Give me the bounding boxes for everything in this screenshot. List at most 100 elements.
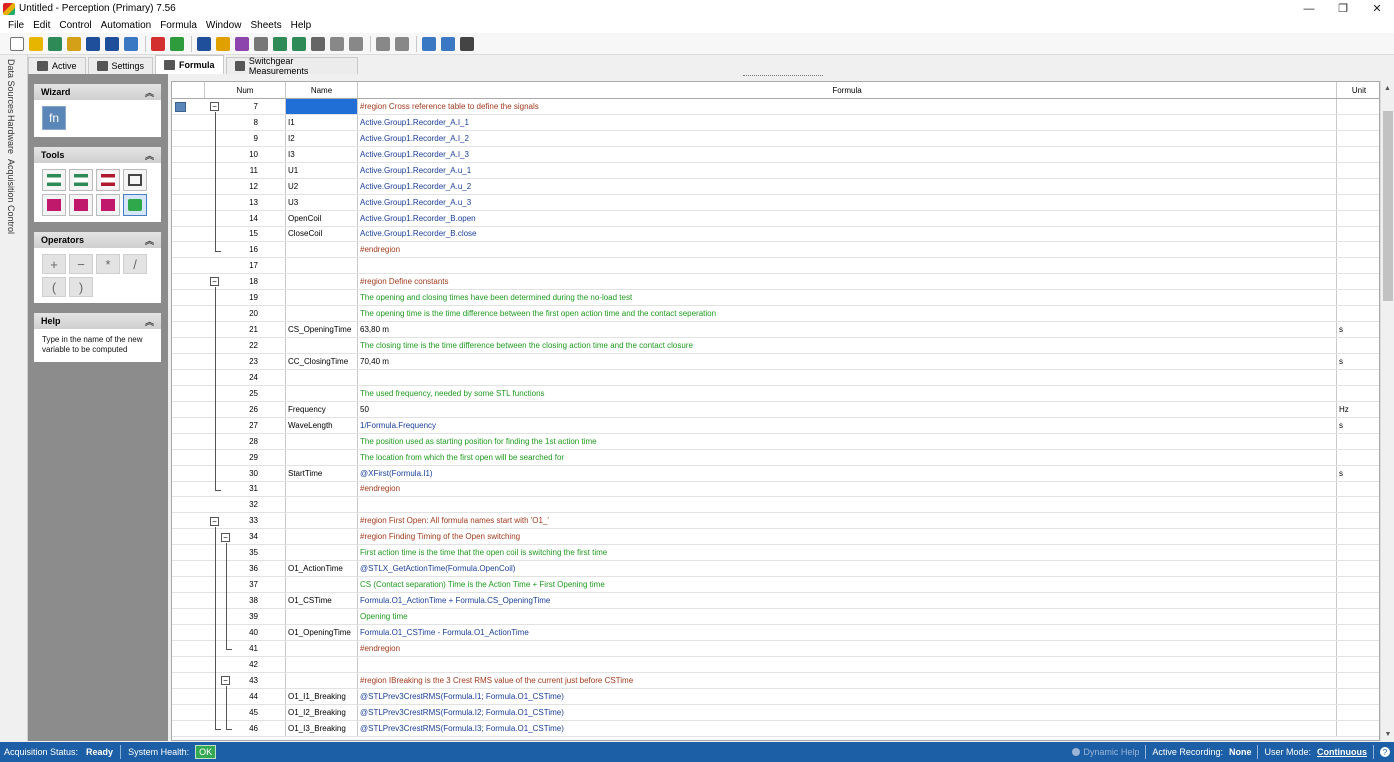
unit-cell[interactable]	[1337, 179, 1379, 194]
insert-row-below-button[interactable]	[69, 169, 93, 191]
toolbar-button-2[interactable]	[48, 36, 62, 51]
name-cell[interactable]	[286, 656, 358, 672]
unit-cell[interactable]	[1337, 529, 1379, 544]
user-mode-value[interactable]: Continuous	[1317, 747, 1367, 757]
table-row[interactable]: 33 #region First Open: All formula names …	[172, 513, 1379, 530]
unit-cell[interactable]	[1337, 195, 1379, 210]
unit-cell[interactable]	[1337, 577, 1379, 592]
formula-cell[interactable]: The opening and closing times have been …	[358, 290, 1337, 306]
unit-cell[interactable]	[1337, 721, 1379, 736]
name-cell[interactable]	[286, 449, 358, 465]
unit-cell[interactable]	[1337, 242, 1379, 257]
table-row[interactable]: 37 CS (Contact separation) Time is the Ac…	[172, 577, 1379, 594]
name-cell[interactable]: O1_I3_Breaking	[286, 720, 358, 736]
formula-cell[interactable]: @STLPrev3CrestRMS(Formula.I3; Formula.O1…	[358, 720, 1337, 736]
table-row[interactable]: 13 U3 Active.Group1.Recorder_A.u_3	[172, 194, 1379, 211]
toolbar-button-14[interactable]	[292, 36, 306, 51]
name-cell[interactable]	[286, 577, 358, 593]
collapse-region-icon[interactable]: −	[210, 277, 219, 287]
unit-cell[interactable]	[1337, 545, 1379, 560]
formula-cell[interactable]: CS (Contact separation) Time is the Acti…	[358, 577, 1337, 593]
name-cell[interactable]	[286, 369, 358, 385]
unit-cell[interactable]: s	[1337, 322, 1379, 337]
name-cell[interactable]: O1_OpeningTime	[286, 624, 358, 640]
formula-cell[interactable]: The opening time is the time difference …	[358, 306, 1337, 322]
collapse-region-icon[interactable]: −	[221, 532, 230, 542]
tab-switchgear-measurements[interactable]: Switchgear Measurements	[225, 56, 358, 76]
name-cell[interactable]: O1_ActionTime	[286, 561, 358, 577]
operator-open-paren[interactable]: (	[42, 277, 66, 297]
scroll-down-icon[interactable]: ▼	[1381, 727, 1394, 741]
table-row[interactable]: 39 Opening time	[172, 609, 1379, 625]
collapse-region-icon[interactable]: −	[221, 676, 230, 686]
unit-cell[interactable]	[1337, 625, 1379, 640]
menu-control[interactable]: Control	[59, 20, 91, 31]
toolbar-button-8[interactable]	[170, 36, 184, 51]
name-cell[interactable]: U3	[286, 194, 358, 210]
table-row[interactable]: 18 #region Define constants	[172, 274, 1379, 291]
name-cell[interactable]: O1_I1_Breaking	[286, 688, 358, 704]
formula-cell[interactable]	[358, 497, 1337, 513]
formula-cell[interactable]: Active.Group1.Recorder_A.u_1	[358, 162, 1337, 178]
unit-cell[interactable]	[1337, 131, 1379, 146]
name-cell[interactable]	[286, 385, 358, 401]
name-cell[interactable]	[286, 433, 358, 449]
toolbar-button-17[interactable]	[349, 36, 363, 51]
splitter-grip[interactable]	[743, 75, 823, 79]
menu-automation[interactable]: Automation	[101, 20, 152, 31]
table-row[interactable]: 7 #region Cross reference table to define…	[172, 99, 1379, 115]
tab-formula[interactable]: Formula	[155, 55, 224, 74]
minimize-button[interactable]: —	[1292, 0, 1326, 17]
formula-cell[interactable]: 1/Formula.Frequency	[358, 417, 1337, 433]
tab-settings[interactable]: Settings	[87, 57, 154, 74]
menu-sheets[interactable]: Sheets	[250, 20, 281, 31]
toolbar-button-7[interactable]	[151, 36, 165, 51]
table-row[interactable]: 46 O1_I3_Breaking @STLPrev3CrestRMS(Formul…	[172, 720, 1379, 737]
name-cell[interactable]	[286, 481, 358, 497]
unit-cell[interactable]	[1337, 705, 1379, 720]
name-cell[interactable]	[286, 497, 358, 513]
formula-cell[interactable]: #region Finding Timing of the Open switc…	[358, 529, 1337, 545]
name-cell[interactable]: I1	[286, 114, 358, 130]
formula-cell[interactable]: Formula.O1_ActionTime + Formula.CS_Openi…	[358, 593, 1337, 608]
column-name[interactable]: Name	[286, 82, 358, 98]
operator-divide[interactable]: /	[123, 254, 147, 274]
toolbar-button-15[interactable]	[311, 36, 325, 51]
name-cell[interactable]: CS_OpeningTime	[286, 322, 358, 338]
table-row[interactable]: 8 I1 Active.Group1.Recorder_A.I_1	[172, 114, 1379, 131]
unit-cell[interactable]	[1337, 370, 1379, 385]
table-row[interactable]: 19 The opening and closing times have bee…	[172, 290, 1379, 307]
name-cell[interactable]	[286, 338, 358, 353]
table-row[interactable]: 30 StartTime @XFirst(Formula.I1) s	[172, 465, 1379, 482]
menu-window[interactable]: Window	[206, 20, 242, 31]
function-wizard-button[interactable]: fn	[42, 106, 66, 130]
side-tab-hardware[interactable]: Hardware	[6, 115, 16, 154]
formula-cell[interactable]: @STLPrev3CrestRMS(Formula.I2; Formula.O1…	[358, 704, 1337, 720]
table-row[interactable]: 28 The position used as starting position…	[172, 433, 1379, 450]
table-row[interactable]: 24	[172, 369, 1379, 386]
toolbar-button-16[interactable]	[330, 36, 344, 51]
toolbar-button-0[interactable]	[10, 36, 24, 51]
formula-cell[interactable]: #region First Open: All formula names st…	[358, 513, 1337, 529]
table-row[interactable]: 10 I3 Active.Group1.Recorder_A.I_3	[172, 146, 1379, 163]
unit-cell[interactable]: Hz	[1337, 402, 1379, 417]
unit-cell[interactable]	[1337, 227, 1379, 242]
unit-cell[interactable]	[1337, 450, 1379, 465]
name-cell[interactable]: I3	[286, 146, 358, 162]
operator-minus[interactable]: −	[69, 254, 93, 274]
validate-button[interactable]	[123, 194, 147, 216]
table-row[interactable]: 44 O1_I1_Breaking @STLPrev3CrestRMS(Formul…	[172, 688, 1379, 705]
formula-cell[interactable]: Active.Group1.Recorder_A.u_3	[358, 194, 1337, 210]
formula-cell[interactable]: Formula.O1_CSTime - Formula.O1_ActionTim…	[358, 624, 1337, 640]
formula-cell[interactable]: @STLPrev3CrestRMS(Formula.I1; Formula.O1…	[358, 688, 1337, 704]
column-num[interactable]: Num	[205, 82, 286, 98]
table-row[interactable]: 20 The opening time is the time differenc…	[172, 306, 1379, 323]
table-row[interactable]: 26 Frequency 50 Hz	[172, 401, 1379, 418]
name-cell[interactable]	[286, 242, 358, 258]
unit-cell[interactable]	[1337, 163, 1379, 178]
table-row[interactable]: 21 CS_OpeningTime 63,80 ms	[172, 322, 1379, 339]
collapse-icon[interactable]: ︽	[145, 149, 154, 162]
scroll-up-icon[interactable]: ▲	[1381, 81, 1394, 95]
formula-cell[interactable]: @STLX_GetActionTime(Formula.OpenCoil)	[358, 561, 1337, 577]
name-cell[interactable]	[286, 99, 358, 114]
